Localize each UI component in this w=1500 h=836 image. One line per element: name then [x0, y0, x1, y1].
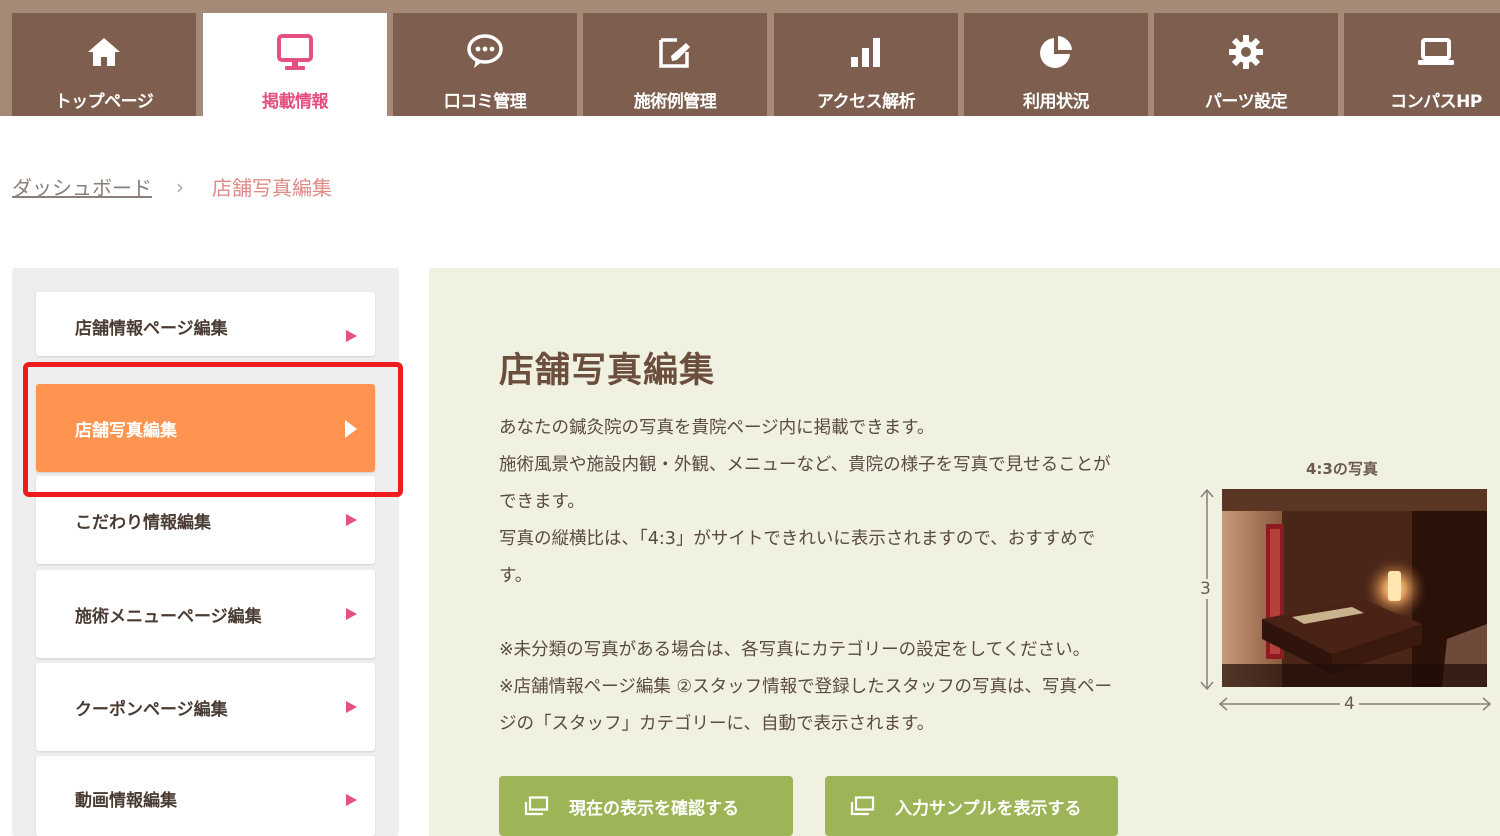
description: あなたの鍼灸院の写真を貴院ページ内に掲載できます。 施術風景や施設内観・外観、メ…: [499, 410, 1169, 743]
description-line: できます。: [499, 492, 585, 512]
tab-label: 口コミ管理: [443, 92, 527, 112]
new-window-icon: [523, 796, 549, 816]
tab-reviews[interactable]: 口コミ管理: [393, 13, 577, 116]
sidebar-item-coupons[interactable]: クーポンページ編集: [36, 663, 375, 751]
top-navigation: トップページ 掲載情報 口コミ管理 施術例管理 アクセス解析 利用状況 パーツ設…: [0, 0, 1500, 116]
sidebar: 店舗情報ページ編集 店舗写真編集 こだわり情報編集 施術メニューページ編集 クー…: [12, 268, 399, 836]
tab-usage-status[interactable]: 利用状況: [964, 13, 1148, 116]
tab-top-page[interactable]: トップページ: [12, 13, 196, 116]
sidebar-item-label: こだわり情報編集: [75, 513, 211, 533]
triangle-right-icon: [346, 330, 357, 342]
sidebar-item-label: 動画情報編集: [75, 791, 177, 811]
sample-photo: [1222, 489, 1487, 687]
tab-label: トップページ: [54, 92, 154, 112]
photo-caption: 4:3の写真: [1306, 460, 1378, 478]
breadcrumb-current: 店舗写真編集: [212, 176, 332, 200]
new-window-icon: [849, 796, 875, 816]
pie-chart-icon: [964, 31, 1148, 73]
tab-parts-settings[interactable]: パーツ設定: [1154, 13, 1338, 116]
main-content: 店舗写真編集 あなたの鍼灸院の写真を貴院ページ内に掲載できます。 施術風景や施設…: [429, 268, 1500, 836]
description-line: ※未分類の写真がある場合は、各写真にカテゴリーの設定をしてください。: [499, 640, 1091, 660]
chevron-right-icon: ›: [176, 174, 184, 199]
tab-label: アクセス解析: [816, 92, 916, 112]
tab-access-analysis[interactable]: アクセス解析: [774, 13, 958, 116]
show-sample-button-label: 入力サンプルを表示する: [895, 798, 1082, 819]
monitor-icon: [203, 31, 387, 73]
page-title: 店舗写真編集: [499, 351, 716, 391]
triangle-right-icon: [346, 514, 357, 526]
triangle-right-icon: [346, 608, 357, 620]
tab-label: 施術例管理: [633, 92, 717, 112]
highlight-box: [23, 362, 403, 497]
sidebar-item-store-info[interactable]: 店舗情報ページ編集: [36, 292, 375, 356]
tab-label: 掲載情報: [262, 92, 329, 112]
description-line: ジの「スタッフ」カテゴリーに、自動で表示されます。: [499, 714, 935, 734]
sidebar-item-treatment-menu[interactable]: 施術メニューページ編集: [36, 570, 375, 658]
triangle-right-icon: [346, 701, 357, 713]
breadcrumb-home-link[interactable]: ダッシュボード: [12, 172, 152, 201]
check-display-button[interactable]: 現在の表示を確認する: [499, 776, 793, 836]
sidebar-item-label: 施術メニューページ編集: [75, 607, 262, 627]
breadcrumb: ダッシュボード › 店舗写真編集: [12, 172, 332, 201]
edit-icon: [583, 31, 767, 73]
sidebar-item-label: クーポンページ編集: [75, 700, 228, 720]
description-line: す。: [499, 566, 533, 586]
description-line: 写真の縦横比は、「4:3」がサイトできれいに表示されますので、おすすめで: [499, 529, 1096, 549]
home-icon: [12, 31, 196, 73]
triangle-right-icon: [346, 794, 357, 806]
gear-icon: [1154, 31, 1338, 73]
show-sample-button[interactable]: 入力サンプルを表示する: [825, 776, 1118, 836]
tab-listing-info[interactable]: 掲載情報: [203, 13, 387, 116]
sidebar-item-videos[interactable]: 動画情報編集: [36, 756, 375, 836]
chat-icon: [393, 31, 577, 73]
tab-label: コンパスHP: [1390, 92, 1482, 112]
height-dimension-label: 3: [1196, 579, 1215, 599]
sidebar-item-label: 店舗情報ページ編集: [75, 319, 228, 339]
tab-compass-hp[interactable]: コンパスHP: [1344, 13, 1500, 116]
bar-chart-icon: [774, 31, 958, 73]
check-display-button-label: 現在の表示を確認する: [569, 798, 739, 819]
laptop-icon: [1344, 31, 1500, 73]
description-line: [499, 595, 1169, 632]
tab-label: パーツ設定: [1204, 92, 1288, 112]
description-line: あなたの鍼灸院の写真を貴院ページ内に掲載できます。: [499, 418, 935, 438]
width-dimension-label: 4: [1340, 694, 1359, 714]
tab-treatment-cases[interactable]: 施術例管理: [583, 13, 767, 116]
description-line: ※店舗情報ページ編集 ②スタッフ情報で登録したスタッフの写真は、写真ペー: [499, 677, 1113, 697]
tab-label: 利用状況: [1023, 92, 1090, 112]
description-line: 施術風景や施設内観・外観、メニューなど、貴院の様子を写真で見せることが: [499, 455, 1111, 475]
